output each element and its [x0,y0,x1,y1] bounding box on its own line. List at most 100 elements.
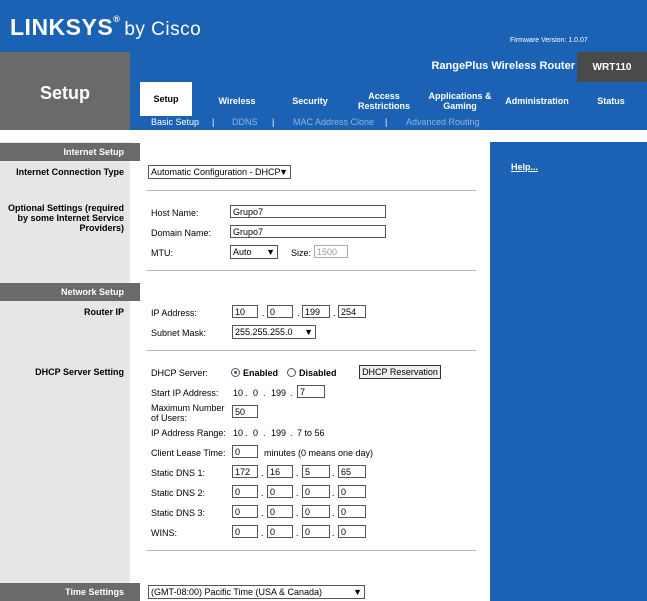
ip-dot: . [333,308,336,318]
domain-name-label: Domain Name: [151,228,212,238]
start-ip-label: Start IP Address: [151,388,219,398]
dns2-octet-3[interactable]: 0 [302,485,330,498]
dhcp-server-setting-label: DHCP Server Setting [35,367,124,377]
time-settings-header: Time Settings [0,583,130,601]
ip-dot: . [263,428,266,438]
ip-octet-2[interactable]: 0 [267,305,293,318]
domain-name-input[interactable]: Grupo7 [230,225,386,238]
dns3-label: Static DNS 3: [151,508,206,518]
ip-octet-3[interactable]: 199 [302,305,330,318]
dhcp-server-label: DHCP Server: [151,368,208,378]
dns3-octet-3[interactable]: 0 [302,505,330,518]
size-label: Size: [291,248,312,258]
dns1-octet-4[interactable]: 65 [338,465,366,478]
connection-type-label: Internet Connection Type [16,167,124,177]
divider [146,550,476,551]
subtab-advanced-routing[interactable]: Advanced Routing [406,117,480,127]
dns1-octet-3[interactable]: 5 [302,465,330,478]
subnav-bar [130,116,647,130]
host-name-input[interactable]: Grupo7 [230,205,386,218]
ip-dot: . [262,308,265,318]
ip-dot: . [332,488,335,498]
start-ip-octet-2: 0 [253,388,259,398]
ip-dot: . [290,388,293,398]
divider [146,270,476,271]
firmware-version: Firmware Version: 1.0.07 [510,37,588,44]
dns2-octet-4[interactable]: 0 [338,485,366,498]
dns2-octet-1[interactable]: 0 [232,485,258,498]
router-name: RangePlus Wireless Router [431,60,575,72]
tab-status[interactable]: Status [582,86,640,116]
spacer [130,142,140,601]
mtu-select[interactable]: Auto ▼ [230,245,278,259]
dns3-octet-2[interactable]: 0 [267,505,293,518]
ip-dot: . [296,528,299,538]
connection-type-select[interactable]: Automatic Configuration - DHCP ▼ [148,165,291,179]
max-users-input[interactable]: 50 [232,405,258,418]
subtab-mac-address-clone[interactable]: MAC Address Clone [293,117,374,127]
range-octet-2: 0 [253,428,259,438]
chevron-down-icon: ▼ [304,327,313,337]
tab-security[interactable]: Security [276,86,344,116]
ip-dot: . [245,428,248,438]
range-octet-3: 199 [271,428,287,438]
max-users-label: Maximum Number of Users: [151,403,225,423]
connection-type-value: Automatic Configuration - DHCP [151,167,281,177]
ip-octet-4[interactable]: 254 [338,305,366,318]
subnav-separator: | [272,117,275,127]
wins-octet-1[interactable]: 0 [232,525,258,538]
wins-octet-4[interactable]: 0 [338,525,366,538]
help-column [490,142,647,601]
subtab-basic-setup[interactable]: Basic Setup [151,117,199,127]
spacer [0,130,140,142]
start-ip-octet-1: 10 [233,388,244,398]
dhcp-enabled-radio[interactable] [231,368,240,377]
dns1-octet-2[interactable]: 16 [267,465,293,478]
start-ip-last-input[interactable]: 7 [297,385,325,398]
wins-octet-2[interactable]: 0 [267,525,293,538]
wins-octet-3[interactable]: 0 [302,525,330,538]
dns2-octet-2[interactable]: 0 [267,485,293,498]
logo-text: LINKSYS [10,14,114,40]
dns3-octet-1[interactable]: 0 [232,505,258,518]
lease-time-hint: minutes (0 means one day) [264,448,374,458]
range-octet-1: 10 [233,428,244,438]
ip-dot: . [261,488,264,498]
mtu-size-input[interactable]: 1500 [314,245,348,258]
subtab-ddns[interactable]: DDNS [232,117,258,127]
tab-wireless[interactable]: Wireless [198,86,276,116]
dhcp-disabled-radio[interactable] [287,368,296,377]
host-name-label: Host Name: [151,208,199,218]
left-column [0,130,130,601]
ip-range-label: IP Address Range: [151,428,226,438]
mtu-label: MTU: [151,248,173,258]
dhcp-reservation-button[interactable]: DHCP Reservation [359,365,441,379]
ip-dot: . [332,508,335,518]
lease-time-label: Client Lease Time: [151,448,226,458]
router-ip-label: Router IP [83,307,124,317]
ip-dot: . [296,488,299,498]
ip-address-label: IP Address: [151,308,197,318]
ip-dot: . [296,508,299,518]
ip-dot: . [297,308,300,318]
dns3-octet-4[interactable]: 0 [338,505,366,518]
chevron-down-icon: ▼ [266,247,275,257]
range-text: 7 to 56 [297,428,325,438]
mtu-value: Auto [233,247,252,257]
lease-time-input[interactable]: 0 [232,445,258,458]
tab-setup[interactable]: Setup [140,82,192,116]
ip-dot: . [245,388,248,398]
dhcp-disabled-label: Disabled [299,368,337,378]
ip-octet-1[interactable]: 10 [232,305,258,318]
tab-access-restrictions[interactable]: Access Restrictions [350,86,418,116]
internet-setup-header: Internet Setup [0,143,130,161]
divider [146,190,476,191]
tab-administration[interactable]: Administration [500,86,574,116]
tab-applications-gaming[interactable]: Applications & Gaming [424,86,496,116]
section-divider [130,143,140,161]
timezone-select[interactable]: (GMT-08:00) Pacific Time (USA & Canada) ▼ [148,585,365,599]
help-link[interactable]: Help... [511,162,538,172]
dns1-octet-1[interactable]: 172 [232,465,258,478]
subnet-mask-select[interactable]: 255.255.255.0 ▼ [232,325,316,339]
ip-dot: . [261,508,264,518]
